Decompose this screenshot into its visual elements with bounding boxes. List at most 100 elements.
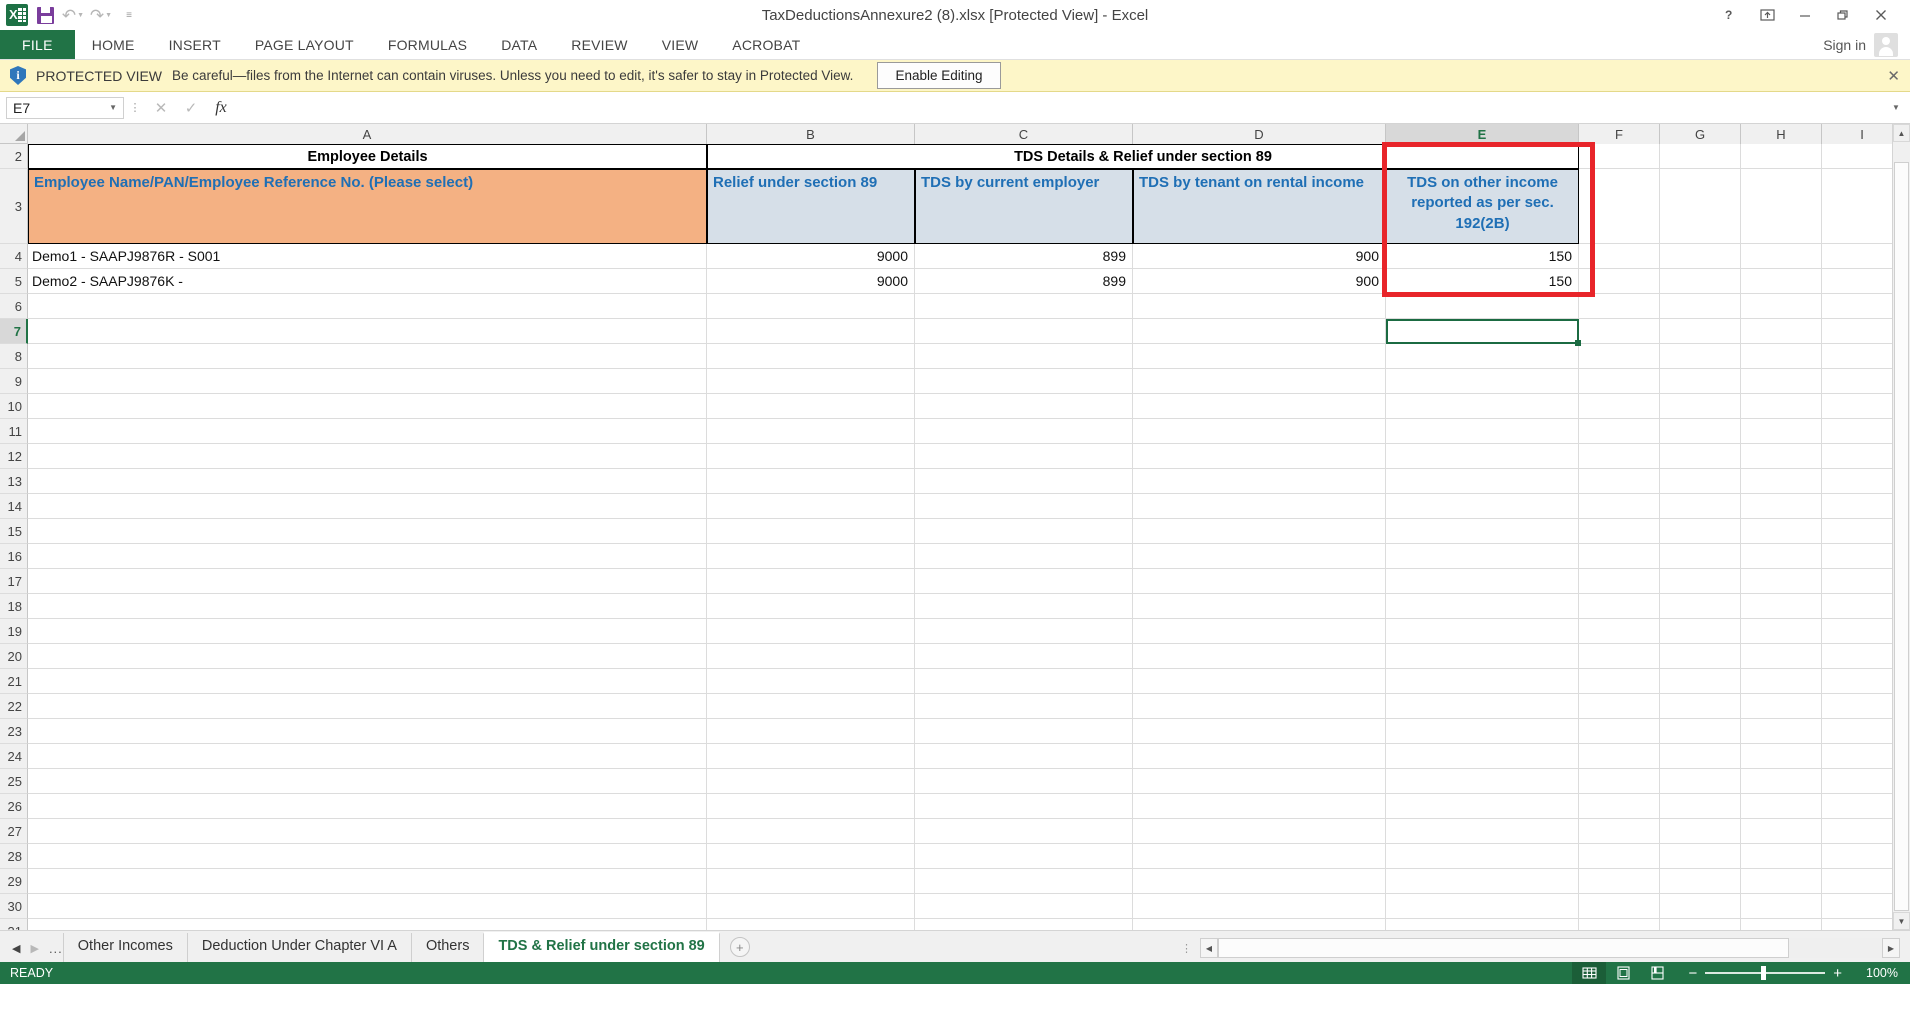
grid-cell-empty[interactable] [915, 794, 1133, 819]
column-header-b[interactable]: B [707, 124, 915, 144]
column-header-d[interactable]: D [1133, 124, 1386, 144]
horizontal-split-handle[interactable]: ⋮ [1173, 942, 1200, 955]
column-header-g[interactable]: G [1660, 124, 1741, 144]
grid-cell-empty[interactable] [1386, 294, 1579, 319]
grid-cell-empty[interactable] [1579, 769, 1660, 794]
grid-cell-empty[interactable] [1660, 494, 1741, 519]
grid-cell-empty[interactable] [1579, 369, 1660, 394]
grid-cell-empty[interactable] [1133, 794, 1386, 819]
insert-function-icon[interactable]: fx [206, 97, 236, 119]
grid-cell-empty[interactable] [28, 594, 707, 619]
grid-cell-empty[interactable] [707, 894, 915, 919]
grid-cell-empty[interactable] [1386, 644, 1579, 669]
grid-cell-empty[interactable] [1386, 494, 1579, 519]
active-cell-selection[interactable] [1386, 319, 1581, 346]
grid-cell-empty[interactable] [28, 769, 707, 794]
grid-cell-empty[interactable] [1741, 869, 1822, 894]
zoom-track[interactable] [1705, 966, 1826, 980]
grid-cell-empty[interactable] [1822, 394, 1903, 419]
grid-cell-empty[interactable] [1660, 819, 1741, 844]
grid-cell-empty[interactable] [1386, 744, 1579, 769]
grid-cell-empty[interactable] [28, 819, 707, 844]
grid-cell-empty[interactable] [1741, 769, 1822, 794]
sign-in-area[interactable]: Sign in [1823, 30, 1910, 59]
grid-cell-empty[interactable] [707, 519, 915, 544]
restore-icon[interactable] [1824, 1, 1862, 29]
name-box[interactable]: E7 ▼ [6, 96, 124, 119]
grid-cell-empty[interactable] [28, 744, 707, 769]
grid-cell-empty[interactable] [707, 694, 915, 719]
grid-cell-empty[interactable] [915, 469, 1133, 494]
normal-view-icon[interactable] [1572, 962, 1607, 984]
grid-cell-empty[interactable] [915, 294, 1133, 319]
cell-tds-current-employer[interactable]: 899 [915, 244, 1133, 269]
grid-cell-empty[interactable] [1660, 769, 1741, 794]
grid-cell-empty[interactable] [1660, 269, 1741, 294]
column-header-a[interactable]: A [28, 124, 707, 144]
grid-cell-empty[interactable] [28, 344, 707, 369]
grid-cell-empty[interactable] [1741, 719, 1822, 744]
grid-cell-empty[interactable] [1386, 594, 1579, 619]
column-header-h[interactable]: H [1741, 124, 1822, 144]
grid-cell-empty[interactable] [1660, 144, 1741, 169]
redo-icon[interactable]: ↷ ▼ [88, 3, 114, 27]
grid-cell-empty[interactable] [1133, 469, 1386, 494]
grid-cell-empty[interactable] [1822, 469, 1903, 494]
grid-cell-empty[interactable] [1741, 819, 1822, 844]
grid-cell-empty[interactable] [1822, 369, 1903, 394]
grid-cell-empty[interactable] [1741, 469, 1822, 494]
grid-cell-empty[interactable] [1579, 619, 1660, 644]
cell-tds-other-income[interactable]: 150 [1386, 244, 1579, 269]
grid-cell-empty[interactable] [915, 594, 1133, 619]
grid-cell-empty[interactable] [28, 844, 707, 869]
grid-cell-empty[interactable] [1660, 544, 1741, 569]
grid-cell-empty[interactable] [28, 569, 707, 594]
grid-cell-empty[interactable] [1386, 819, 1579, 844]
header-tds-other-income[interactable]: TDS on other income reported as per sec.… [1386, 169, 1579, 244]
grid-cell-empty[interactable] [1660, 719, 1741, 744]
grid-cell-empty[interactable] [1579, 394, 1660, 419]
grid-cell-empty[interactable] [1741, 319, 1822, 344]
grid-cell-empty[interactable] [1741, 369, 1822, 394]
grid-cell-empty[interactable] [28, 669, 707, 694]
grid-cell-empty[interactable] [1579, 419, 1660, 444]
grid-cell-empty[interactable] [1660, 469, 1741, 494]
grid-cell-empty[interactable] [1822, 319, 1903, 344]
row-header-21[interactable]: 21 [0, 669, 28, 694]
cell-tds-tenant-rental[interactable]: 900 [1133, 269, 1386, 294]
grid-cell-empty[interactable] [1660, 669, 1741, 694]
grid-cell-empty[interactable] [1386, 619, 1579, 644]
grid-cell-empty[interactable] [1822, 519, 1903, 544]
grid-cell-empty[interactable] [1741, 694, 1822, 719]
grid-cell-empty[interactable] [1741, 144, 1822, 169]
grid-cell-empty[interactable] [1579, 919, 1660, 930]
grid-cell-empty[interactable] [1660, 744, 1741, 769]
grid-cell-empty[interactable] [1579, 569, 1660, 594]
grid-cell-empty[interactable] [707, 594, 915, 619]
row-header-27[interactable]: 27 [0, 819, 28, 844]
sheet-tab-tds-relief-section-89[interactable]: TDS & Relief under section 89 [483, 931, 720, 962]
page-layout-view-icon[interactable] [1606, 962, 1640, 984]
tab-acrobat[interactable]: ACROBAT [715, 30, 817, 59]
grid-cell-empty[interactable] [1386, 369, 1579, 394]
grid-cell-empty[interactable] [1133, 594, 1386, 619]
row-header-19[interactable]: 19 [0, 619, 28, 644]
grid-cell-empty[interactable] [1822, 594, 1903, 619]
grid-cell-empty[interactable] [915, 394, 1133, 419]
row-header-15[interactable]: 15 [0, 519, 28, 544]
grid-cell-empty[interactable] [915, 569, 1133, 594]
grid-cell-empty[interactable] [1579, 319, 1660, 344]
row-header-14[interactable]: 14 [0, 494, 28, 519]
expand-formula-bar-icon[interactable]: ▼ [1888, 103, 1904, 112]
grid-cell-empty[interactable] [707, 319, 915, 344]
tab-formulas[interactable]: FORMULAS [371, 30, 484, 59]
tab-page-layout[interactable]: PAGE LAYOUT [238, 30, 371, 59]
grid-cell-empty[interactable] [1579, 144, 1660, 169]
row-header-24[interactable]: 24 [0, 744, 28, 769]
row-header-18[interactable]: 18 [0, 594, 28, 619]
grid-cell-empty[interactable] [1133, 894, 1386, 919]
grid-cell-empty[interactable] [1579, 444, 1660, 469]
grid-cell-empty[interactable] [915, 919, 1133, 930]
grid-cell-empty[interactable] [1133, 544, 1386, 569]
merged-header-employee-details[interactable]: Employee Details [28, 144, 707, 169]
